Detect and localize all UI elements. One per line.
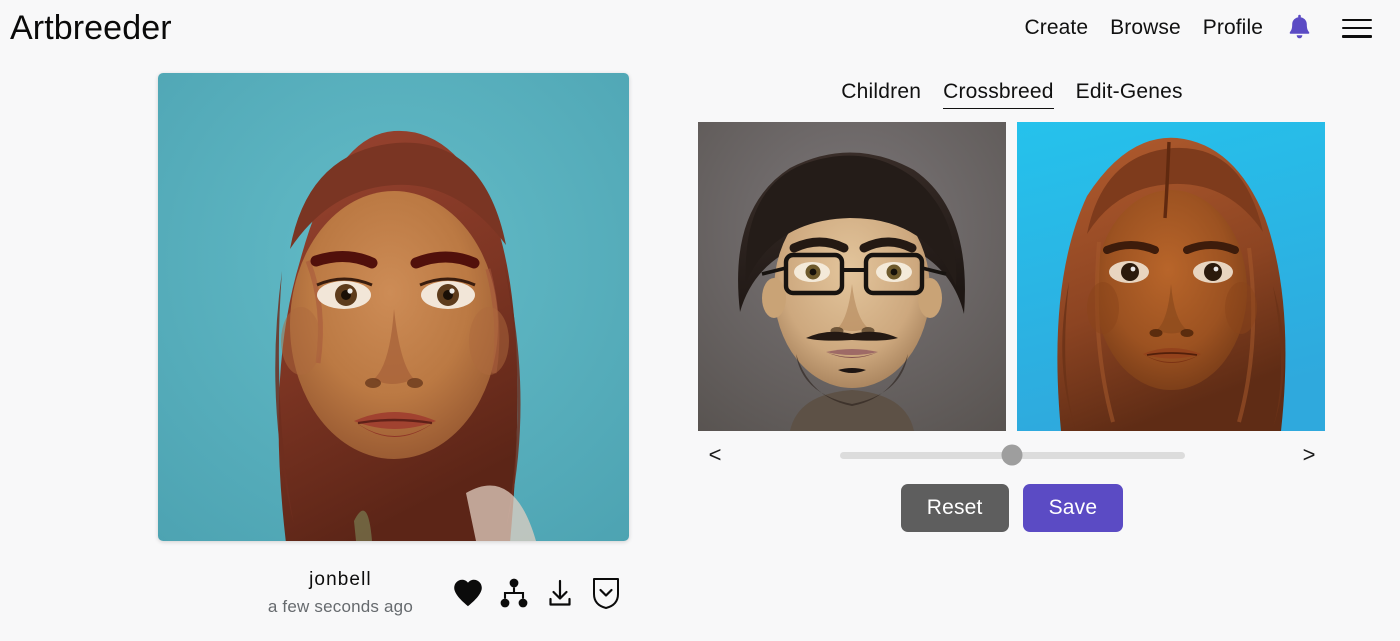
slider-next-button[interactable]: > <box>1292 438 1326 472</box>
nav-item-profile[interactable]: Profile <box>1203 16 1263 40</box>
parent-images-row <box>698 122 1326 431</box>
hamburger-menu-icon[interactable] <box>1342 18 1372 38</box>
nav-item-browse[interactable]: Browse <box>1110 16 1181 40</box>
created-timestamp: a few seconds ago <box>267 597 413 616</box>
heart-icon[interactable] <box>445 570 491 616</box>
hamburger-line <box>1342 26 1372 30</box>
image-meta-text: jonbell a few seconds ago <box>268 566 413 620</box>
slider-thumb[interactable] <box>1001 444 1023 466</box>
notification-bell-icon[interactable] <box>1287 14 1312 42</box>
crossbreed-slider-row: < > <box>698 438 1326 472</box>
hamburger-line <box>1342 34 1372 38</box>
shield-chevron-down-icon[interactable] <box>583 570 629 616</box>
lineage-tree-icon[interactable] <box>491 570 537 616</box>
tab-children[interactable]: Children <box>841 80 921 109</box>
author-username[interactable]: jonbell <box>309 566 372 595</box>
parent-right-canvas <box>1017 122 1325 431</box>
reset-button[interactable]: Reset <box>900 484 1009 533</box>
image-meta-row: jonbell a few seconds ago <box>158 555 629 630</box>
action-buttons: Reset Save <box>698 484 1326 533</box>
panel-tabs: Children Crossbreed Edit-Genes <box>698 80 1326 109</box>
hamburger-line <box>1342 18 1372 22</box>
parent-image-left[interactable] <box>698 122 1006 431</box>
main-portrait-canvas <box>158 73 629 541</box>
top-header: Artbreeder Create Browse Profile <box>0 0 1400 56</box>
brand-logo[interactable]: Artbreeder <box>10 11 172 45</box>
save-button[interactable]: Save <box>1022 484 1124 533</box>
main-nav: Create Browse Profile <box>1025 14 1372 42</box>
download-icon[interactable] <box>537 570 583 616</box>
nav-item-create[interactable]: Create <box>1025 16 1089 40</box>
main-portrait-image[interactable] <box>158 73 629 541</box>
tab-edit-genes[interactable]: Edit-Genes <box>1076 80 1183 109</box>
tab-crossbreed[interactable]: Crossbreed <box>943 80 1054 109</box>
crossbreed-slider[interactable] <box>839 438 1185 472</box>
parent-left-canvas <box>698 122 1006 431</box>
slider-prev-button[interactable]: < <box>698 438 732 472</box>
parent-image-right[interactable] <box>1017 122 1325 431</box>
